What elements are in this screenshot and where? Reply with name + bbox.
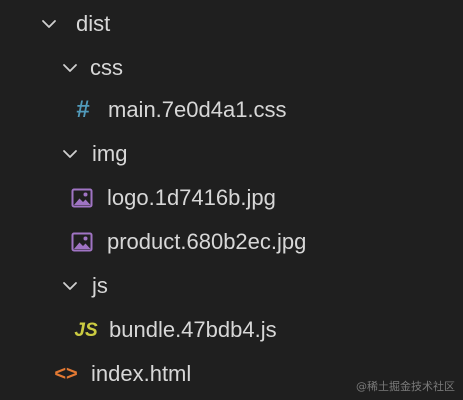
folder-dist-label: dist — [76, 11, 111, 36]
watermark: @稀土掘金技术社区 — [356, 380, 455, 393]
folder-img-label: img — [92, 141, 128, 166]
file-logo-jpg-label: logo.1d7416b.jpg — [107, 185, 276, 210]
html-file-icon: <> — [54, 363, 78, 385]
js-file-icon: JS — [74, 319, 98, 341]
folder-js-label: js — [92, 273, 108, 298]
image-file-icon — [70, 187, 94, 209]
chevron-down-icon[interactable] — [59, 275, 81, 297]
chevron-down-icon[interactable] — [59, 57, 81, 79]
image-file-icon — [70, 231, 94, 253]
folder-img[interactable]: img — [0, 132, 463, 176]
chevron-down-icon[interactable] — [38, 13, 60, 35]
file-product-jpg-label: product.680b2ec.jpg — [107, 229, 307, 254]
file-bundle-js[interactable]: JS bundle.47bdb4.js — [0, 308, 463, 352]
file-main-css[interactable]: # main.7e0d4a1.css — [0, 88, 463, 132]
file-explorer-tree: dist css # main.7e0d4a1.css img logo.1d7… — [0, 0, 463, 400]
file-bundle-js-label: bundle.47bdb4.js — [109, 317, 277, 342]
file-logo-jpg[interactable]: logo.1d7416b.jpg — [0, 176, 463, 220]
file-index-html-label: index.html — [91, 361, 192, 386]
file-main-css-label: main.7e0d4a1.css — [108, 97, 287, 122]
css-file-icon: # — [76, 96, 90, 123]
folder-dist[interactable]: dist — [0, 2, 463, 46]
file-product-jpg[interactable]: product.680b2ec.jpg — [0, 220, 463, 264]
folder-js[interactable]: js — [0, 264, 463, 308]
folder-css[interactable]: css — [0, 46, 463, 90]
folder-css-label: css — [90, 55, 123, 80]
chevron-down-icon[interactable] — [59, 143, 81, 165]
